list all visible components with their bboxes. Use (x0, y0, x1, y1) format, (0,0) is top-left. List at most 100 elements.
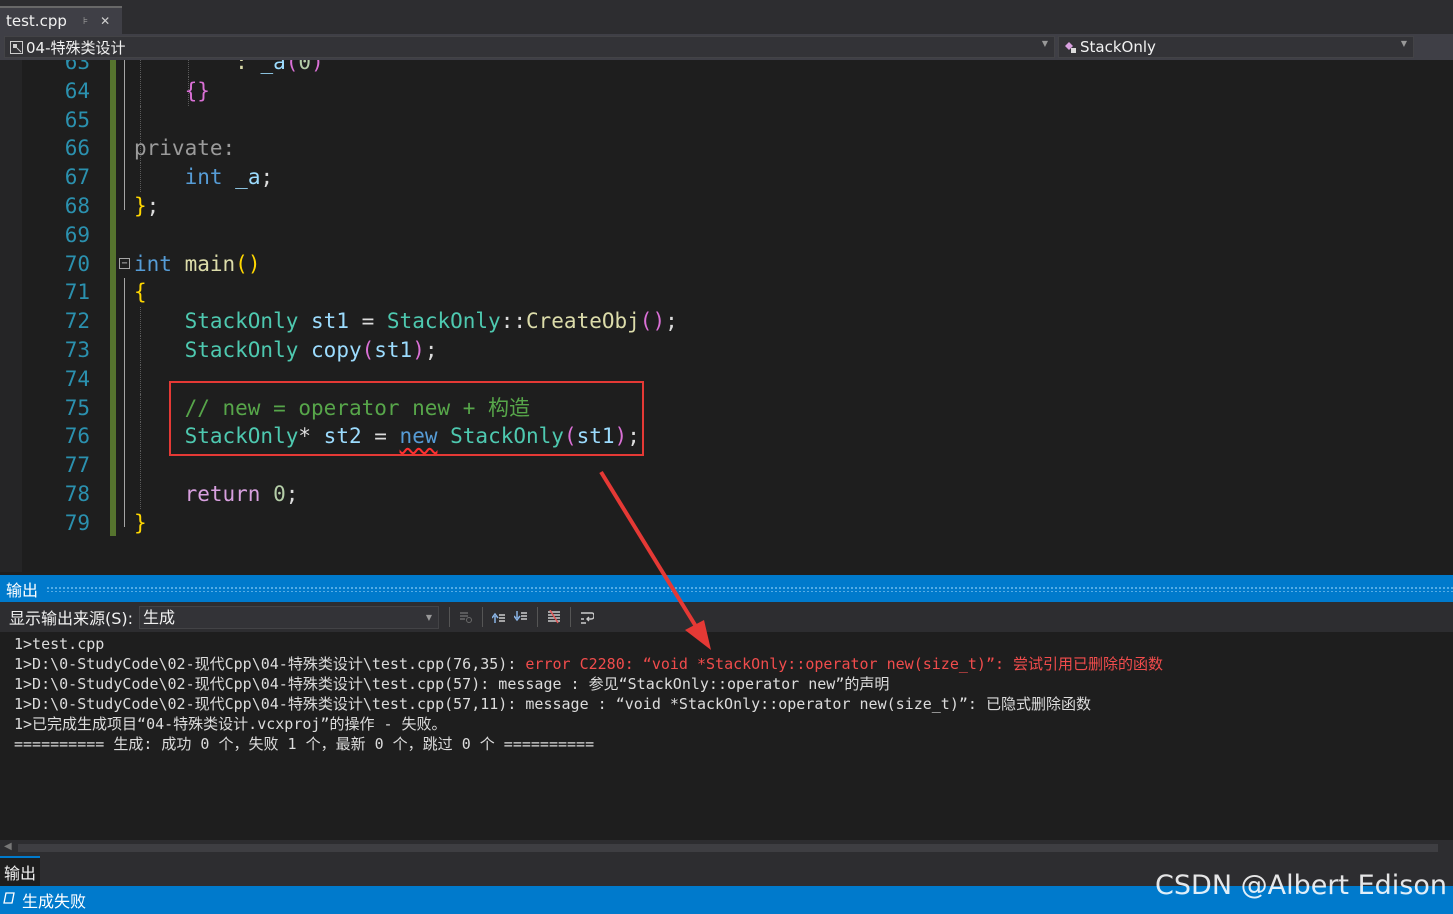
line-number: 63 (64, 60, 90, 74)
toolbar-separator (537, 607, 539, 627)
project-icon (9, 40, 23, 54)
code-line[interactable]: 76 StackOnly* st2 = new StackOnly(st1); (0, 422, 1453, 452)
line-number: 71 (64, 280, 90, 305)
toolbar-separator (570, 607, 572, 627)
code-line[interactable]: 78 return 0; (0, 479, 1453, 509)
outline-guide (124, 451, 125, 480)
output-line-error[interactable]: 1>D:\0-StudyCode\02-现代Cpp\04-特殊类设计\test.… (14, 654, 1453, 674)
outline-guide (124, 422, 125, 452)
line-number: 68 (64, 193, 90, 218)
code-line[interactable]: 79} (0, 508, 1453, 538)
code-line[interactable]: 71 { (0, 278, 1453, 308)
outline-guide (124, 278, 125, 308)
code-text: StackOnly st1 = StackOnly::CreateObj(); (184, 309, 678, 334)
line-number: 75 (64, 395, 90, 420)
line-number: 64 (64, 78, 90, 103)
outline-guide (124, 393, 125, 423)
scope-dropdown[interactable]: StackOnly ▼ (1058, 36, 1414, 58)
code-text: }; (134, 193, 160, 218)
code-line[interactable]: 66 private: (0, 134, 1453, 164)
output-toolbar: 显示输出来源(S): 生成 ▼ (0, 602, 1453, 632)
code-line[interactable]: 64 {} (0, 76, 1453, 106)
chevron-down-icon: ▼ (1041, 39, 1048, 48)
previous-message-icon[interactable] (488, 606, 510, 628)
code-line[interactable]: 74 (0, 364, 1453, 394)
horizontal-scrollbar[interactable]: ◀ (0, 840, 1453, 856)
tab-output[interactable]: 输出 (0, 856, 41, 886)
indent-guide (140, 105, 141, 135)
scrollbar-thumb[interactable] (18, 844, 1438, 852)
outline-guide (124, 364, 125, 394)
toolbar-separator (482, 607, 484, 627)
code-line[interactable]: 63 : _a(0) (0, 60, 1453, 77)
build-status-icon (2, 891, 18, 909)
code-line[interactable]: 67 int _a; (0, 163, 1453, 192)
chevron-down-icon: ▼ (1400, 39, 1407, 48)
code-text: int _a; (184, 165, 274, 190)
outline-guide (124, 60, 125, 77)
outline-guide (124, 335, 125, 365)
indent-guide (140, 451, 141, 480)
code-line[interactable]: 68}; (0, 191, 1453, 221)
code-text: private: (134, 136, 236, 161)
code-text: {} (184, 78, 210, 103)
code-text: StackOnly copy(st1); (184, 337, 438, 362)
code-line[interactable]: 65 (0, 105, 1453, 135)
tab-label: test.cpp (6, 12, 67, 30)
code-line[interactable]: 69 (0, 221, 1453, 250)
outline-guide (124, 479, 125, 509)
output-text-area[interactable]: 1>test.cpp 1>D:\0-StudyCode\02-现代Cpp\04-… (0, 632, 1453, 840)
code-editor[interactable]: 63 : _a(0) 64 {} 65 66 private: 67 int _a; 68}… (0, 60, 1453, 572)
clear-all-icon[interactable] (543, 606, 565, 628)
project-dropdown[interactable]: 04-特殊类设计 ▼ (4, 36, 1055, 58)
output-line[interactable]: 1>D:\0-StudyCode\02-现代Cpp\04-特殊类设计\test.… (14, 694, 1453, 714)
find-message-icon[interactable] (455, 606, 477, 628)
line-number: 72 (64, 309, 90, 334)
collapse-icon[interactable]: − (119, 257, 130, 269)
output-title-label: 输出 (6, 580, 39, 600)
code-line[interactable]: 72 StackOnly st1 = StackOnly::CreateObj(… (0, 307, 1453, 336)
panel-grip[interactable] (46, 586, 1453, 592)
line-number: 67 (64, 165, 90, 190)
output-line-summary: ========== 生成: 成功 0 个，失败 1 个，最新 0 个，跳过 0… (14, 735, 595, 753)
output-line[interactable]: 1>D:\0-StudyCode\02-现代Cpp\04-特殊类设计\test.… (14, 674, 1453, 694)
line-number: 69 (64, 222, 90, 247)
outline-guide (124, 105, 125, 135)
next-message-icon[interactable] (510, 606, 532, 628)
line-number: 79 (64, 510, 90, 535)
code-line[interactable]: 77 (0, 451, 1453, 480)
status-text: 生成失败 (22, 892, 87, 911)
word-wrap-icon[interactable] (576, 606, 598, 628)
line-number: 74 (64, 366, 90, 391)
watermark: CSDN @Albert Edison (1155, 870, 1447, 901)
outline-guide (124, 134, 125, 164)
indent-guide (140, 364, 141, 394)
code-line[interactable]: 70 − int main() (0, 250, 1453, 279)
output-source-select[interactable]: 生成 ▼ (139, 605, 440, 629)
error-message: error C2280: “void *StackOnly::operator … (525, 655, 1164, 673)
line-number: 65 (64, 107, 90, 132)
code-line[interactable]: 73 StackOnly copy(st1); (0, 335, 1453, 365)
line-number: 70 (64, 251, 90, 276)
scroll-left-icon[interactable]: ◀ (4, 841, 12, 852)
output-line: 1>test.cpp (14, 635, 105, 653)
code-text: StackOnly* st2 = new StackOnly(st1); (184, 424, 640, 449)
code-text: int main() (134, 251, 261, 276)
close-icon[interactable]: ✕ (100, 14, 110, 28)
line-number: 78 (64, 481, 90, 506)
line-number: 76 (64, 424, 90, 449)
class-icon (1063, 40, 1077, 54)
line-number: 77 (64, 453, 90, 478)
outline-guide (124, 191, 125, 210)
line-number: 66 (64, 136, 90, 161)
outline-guide (124, 76, 125, 106)
code-lines: 63 : _a(0) 64 {} 65 66 private: 67 int _a; 68}… (0, 60, 1453, 538)
code-line[interactable]: 75 // new = operator new + 构造 (0, 393, 1453, 423)
project-name: 04-特殊类设计 (26, 38, 126, 57)
output-source-label: 显示输出来源(S): (9, 609, 134, 628)
output-line: 1>已完成生成项目“04-特殊类设计.vcxproj”的操作 - 失败。 (14, 715, 447, 733)
pin-icon[interactable]: ⊧ (83, 16, 88, 27)
toolbar-separator (449, 607, 451, 627)
tab-test-cpp[interactable]: test.cpp ⊧ ✕ (0, 6, 122, 34)
outline-guide (124, 508, 125, 527)
